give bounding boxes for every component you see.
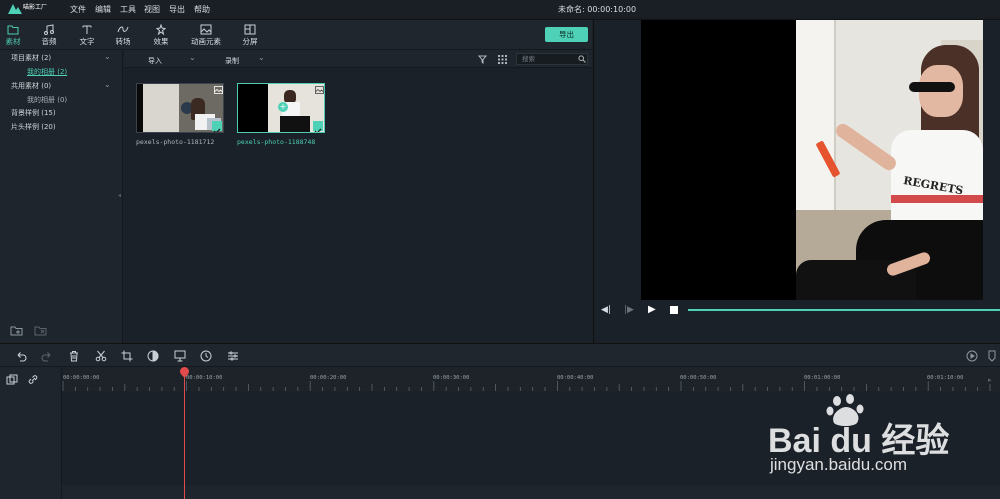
ruler-label: 00:01:00:00 xyxy=(804,375,841,381)
trash-icon[interactable] xyxy=(68,350,80,362)
chevron-down-icon[interactable]: ⌄ xyxy=(104,80,111,89)
ruler-label: 00:00:40:00 xyxy=(557,375,594,381)
collapse-sidebar-icon[interactable]: ◂ xyxy=(118,192,121,199)
tab-elements-label: 动画元素 xyxy=(191,37,221,46)
added-check-icon xyxy=(313,121,323,132)
chevron-down-icon[interactable]: ⌄ xyxy=(104,52,111,61)
menu-view[interactable]: 视图 xyxy=(144,4,160,15)
step-forward-icon[interactable]: |▶︎ xyxy=(624,305,634,315)
video-editor-window: 喵影工厂 文件 编辑 工具 视图 导出 帮助 未命名: 00:00:10:00 … xyxy=(0,0,1000,499)
chevron-down-icon[interactable]: ⌄ xyxy=(258,53,265,62)
new-folder-icon[interactable] xyxy=(10,325,23,336)
project-title: 未命名: 00:00:10:00 xyxy=(558,5,637,14)
sidebar-item-shared-album[interactable]: 我的相册 (0) xyxy=(27,95,67,105)
media-thumbnail-2[interactable]: + xyxy=(237,83,325,133)
link-icon[interactable] xyxy=(27,374,39,385)
adjust-icon[interactable] xyxy=(227,350,239,362)
sidebar-item-backgrounds[interactable]: 背景样例 (15) xyxy=(11,108,56,118)
tab-audio[interactable]: 音频 xyxy=(29,20,69,49)
folder-icon xyxy=(7,25,19,35)
filter-icon[interactable] xyxy=(478,55,487,64)
add-track-icon[interactable] xyxy=(6,374,18,385)
export-button[interactable]: 导出 xyxy=(545,27,588,42)
sidebar-item-project-media[interactable]: 项目素材 (2) xyxy=(11,53,51,63)
tab-text[interactable]: 文字 xyxy=(67,20,107,49)
chevron-down-icon[interactable]: ⌄ xyxy=(189,53,196,62)
split-screen-icon xyxy=(244,24,256,35)
tab-effects[interactable]: 效果 xyxy=(141,20,181,49)
sidebar-item-intros[interactable]: 片头样例 (20) xyxy=(11,122,56,132)
tab-transition-label: 转场 xyxy=(115,37,131,46)
media-label-2: pexels-photo-1188748 xyxy=(237,138,316,146)
redo-icon[interactable] xyxy=(41,350,53,362)
scroll-right-icon[interactable]: ▸ xyxy=(988,376,992,384)
ruler-label: 00:00:50:00 xyxy=(680,375,717,381)
playback-progress-bar[interactable] xyxy=(688,309,1000,311)
grid-view-icon[interactable] xyxy=(498,55,507,64)
playback-controls: ◀︎| |▶︎ ▶ xyxy=(593,300,1000,322)
baidu-watermark: Bai du 经验 jingyan.baidu.com xyxy=(768,393,968,483)
menu-tools[interactable]: 工具 xyxy=(120,4,136,15)
transition-icon xyxy=(117,26,129,33)
import-dropdown[interactable]: 导入 xyxy=(148,56,162,66)
menu-help[interactable]: 帮助 xyxy=(194,4,210,15)
tab-effects-label: 效果 xyxy=(153,37,169,46)
record-dropdown[interactable]: 录制 xyxy=(225,56,239,66)
delete-folder-icon[interactable] xyxy=(34,325,47,336)
media-library-sidebar xyxy=(0,50,123,343)
menu-edit[interactable]: 编辑 xyxy=(95,4,111,15)
image-type-icon xyxy=(214,86,223,94)
ruler-label: 00:00:00:00 xyxy=(63,375,100,381)
add-to-timeline-icon[interactable]: + xyxy=(278,102,288,112)
added-check-icon xyxy=(212,121,222,132)
undo-icon[interactable] xyxy=(15,350,27,362)
marker-icon[interactable] xyxy=(986,350,998,362)
menu-export[interactable]: 导出 xyxy=(169,4,185,15)
media-label-1: pexels-photo-1181712 xyxy=(136,138,215,146)
app-logo-text: 喵影工厂 xyxy=(23,4,48,11)
tab-split-screen-label: 分屏 xyxy=(242,37,258,46)
media-thumbnail-1[interactable] xyxy=(136,83,224,133)
color-icon[interactable] xyxy=(147,350,159,362)
play-icon[interactable]: ▶ xyxy=(648,304,656,315)
scissors-icon[interactable] xyxy=(95,350,107,362)
watermark-url: jingyan.baidu.com xyxy=(770,455,908,474)
image-icon xyxy=(200,24,212,35)
ruler-label: 00:01:10:00 xyxy=(927,375,964,381)
tab-transition[interactable]: 转场 xyxy=(103,20,143,49)
search-icon[interactable] xyxy=(578,55,586,63)
preview-viewer[interactable]: REGRETS xyxy=(641,20,983,300)
image-type-icon xyxy=(315,86,324,94)
effects-icon xyxy=(155,24,167,35)
render-preview-icon[interactable] xyxy=(966,350,978,362)
sidebar-item-shared-media[interactable]: 共用素材 (0) xyxy=(11,81,51,91)
clock-icon[interactable] xyxy=(200,350,212,362)
ruler-label: 00:00:10:00 xyxy=(186,375,223,381)
step-back-icon[interactable]: ◀︎| xyxy=(601,305,611,315)
app-logo-icon xyxy=(8,4,22,14)
ruler-label: 00:00:30:00 xyxy=(433,375,470,381)
menu-file[interactable]: 文件 xyxy=(70,4,86,15)
tab-audio-label: 音频 xyxy=(41,37,57,46)
crop-icon[interactable] xyxy=(121,350,133,362)
title-bar: 喵影工厂 文件 编辑 工具 视图 导出 帮助 未命名: 00:00:10:00 xyxy=(0,0,1000,20)
track-headers xyxy=(0,367,62,499)
music-note-icon xyxy=(44,24,54,35)
playhead-line[interactable] xyxy=(184,373,185,499)
tab-split-screen[interactable]: 分屏 xyxy=(230,20,270,49)
audio-track[interactable] xyxy=(62,485,1000,499)
green-screen-icon[interactable] xyxy=(174,350,186,362)
sidebar-item-my-album[interactable]: 我的相册 (2) xyxy=(27,67,67,77)
stop-icon[interactable] xyxy=(670,306,678,314)
ruler-label: 00:00:20:00 xyxy=(310,375,347,381)
text-icon xyxy=(82,25,92,34)
tab-text-label: 文字 xyxy=(79,37,95,46)
tab-elements[interactable]: 动画元素 xyxy=(186,20,226,49)
